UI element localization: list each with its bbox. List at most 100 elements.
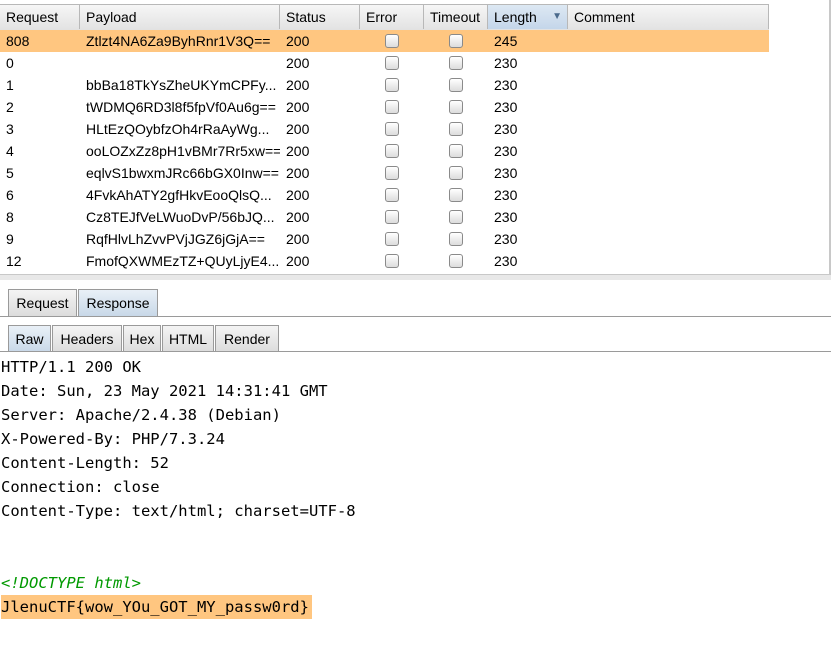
cell-length: 230 (494, 55, 518, 71)
timeout-checkbox[interactable] (449, 210, 463, 224)
column-header-error[interactable]: Error (360, 5, 424, 29)
column-header-request[interactable]: Request (0, 5, 80, 29)
timeout-checkbox[interactable] (449, 100, 463, 114)
cell-comment (568, 30, 769, 52)
error-checkbox[interactable] (385, 34, 399, 48)
cell-status: 200 (286, 55, 310, 71)
cell-status: 200 (286, 231, 310, 247)
cell-timeout (424, 162, 488, 184)
table-row[interactable]: 0 200 230 (0, 52, 769, 74)
cell-payload: ooLOZxZz8pH1vBMr7Rr5xw== (86, 143, 280, 159)
tab-hex[interactable]: Hex (123, 325, 161, 352)
cell-payload: HLtEzQOybfzOh4rRaAyWg... (86, 121, 270, 137)
column-header-length-label: Length (494, 9, 537, 25)
timeout-checkbox[interactable] (449, 254, 463, 268)
response-raw-text[interactable]: HTTP/1.1 200 OK Date: Sun, 23 May 2021 1… (0, 355, 831, 619)
tab-response[interactable]: Response (78, 289, 158, 316)
cell-request: 3 (6, 121, 14, 137)
column-header-comment[interactable]: Comment (568, 5, 769, 29)
cell-timeout (424, 228, 488, 250)
cell-length: 230 (494, 143, 518, 159)
cell-error (360, 206, 424, 228)
table-row[interactable]: 1 bbBa18TkYsZheUKYmCPFy... 200 230 (0, 74, 769, 96)
table-row[interactable]: 9 RqfHlvLhZvvPVjJGZ6jGjA== 200 230 (0, 228, 769, 250)
column-header-status[interactable]: Status (280, 5, 360, 29)
cell-length: 230 (494, 231, 518, 247)
timeout-checkbox[interactable] (449, 166, 463, 180)
cell-comment (568, 52, 769, 74)
cell-comment (568, 140, 769, 162)
error-checkbox[interactable] (385, 188, 399, 202)
column-header-timeout[interactable]: Timeout (424, 5, 488, 29)
cell-error (360, 250, 424, 272)
cell-comment (568, 96, 769, 118)
error-checkbox[interactable] (385, 144, 399, 158)
cell-timeout (424, 206, 488, 228)
error-checkbox[interactable] (385, 232, 399, 246)
response-status-line: HTTP/1.1 200 OK (1, 358, 141, 376)
column-header-payload[interactable]: Payload (80, 5, 280, 29)
error-checkbox[interactable] (385, 210, 399, 224)
view-tabbar-divider (0, 351, 831, 352)
cell-error (360, 228, 424, 250)
timeout-checkbox[interactable] (449, 78, 463, 92)
cell-request: 12 (6, 253, 22, 269)
cell-comment (568, 250, 769, 272)
error-checkbox[interactable] (385, 56, 399, 70)
tab-raw[interactable]: Raw (8, 325, 51, 352)
cell-status: 200 (286, 209, 310, 225)
sort-descending-icon: ▼ (552, 11, 562, 22)
table-row[interactable]: 5 eqlvS1bwxmJRc66bGX0Inw== 200 230 (0, 162, 769, 184)
cell-payload: FmofQXWMEzTZ+QUyLjyE4... (86, 253, 280, 269)
table-row[interactable]: 12 FmofQXWMEzTZ+QUyLjyE4... 200 230 (0, 250, 769, 272)
cell-length: 230 (494, 121, 518, 137)
cell-error (360, 162, 424, 184)
timeout-checkbox[interactable] (449, 188, 463, 202)
table-row[interactable]: 6 4FvkAhATY2gfHkvEooQlsQ... 200 230 (0, 184, 769, 206)
timeout-checkbox[interactable] (449, 144, 463, 158)
tab-headers[interactable]: Headers (52, 325, 122, 352)
cell-payload: bbBa18TkYsZheUKYmCPFy... (86, 77, 277, 93)
timeout-checkbox[interactable] (449, 122, 463, 136)
response-header-content-length: Content-Length: 52 (1, 454, 169, 472)
cell-payload (80, 52, 280, 74)
table-row[interactable]: 4 ooLOZxZz8pH1vBMr7Rr5xw== 200 230 (0, 140, 769, 162)
table-row[interactable]: 8 Cz8TEJfVeLWuoDvP/56bJQ... 200 230 (0, 206, 769, 228)
cell-timeout (424, 74, 488, 96)
error-checkbox[interactable] (385, 254, 399, 268)
cell-error (360, 74, 424, 96)
cell-payload: eqlvS1bwxmJRc66bGX0Inw== (86, 165, 279, 181)
error-checkbox[interactable] (385, 166, 399, 180)
cell-comment (568, 228, 769, 250)
cell-timeout (424, 184, 488, 206)
cell-payload: tWDMQ6RD3l8f5fpVf0Au6g== (86, 99, 276, 115)
table-row[interactable]: 808 Ztlzt4NA6Za9ByhRnr1V3Q== 200 245 (0, 30, 769, 52)
tab-render[interactable]: Render (215, 325, 279, 352)
cell-timeout (424, 30, 488, 52)
timeout-checkbox[interactable] (449, 34, 463, 48)
message-tabbar: Request Response (0, 286, 831, 317)
error-checkbox[interactable] (385, 100, 399, 114)
cell-request: 8 (6, 209, 14, 225)
cell-request: 5 (6, 165, 14, 181)
error-checkbox[interactable] (385, 78, 399, 92)
table-row[interactable]: 2 tWDMQ6RD3l8f5fpVf0Au6g== 200 230 (0, 96, 769, 118)
timeout-checkbox[interactable] (449, 56, 463, 70)
cell-status: 200 (286, 165, 310, 181)
cell-error (360, 30, 424, 52)
timeout-checkbox[interactable] (449, 232, 463, 246)
cell-length: 230 (494, 253, 518, 269)
table-divider-scrollbar[interactable] (0, 274, 831, 280)
results-table[interactable]: Request Payload Status Error Timeout Len… (0, 4, 769, 274)
column-header-length[interactable]: Length ▼ (488, 5, 568, 29)
cell-comment (568, 206, 769, 228)
table-header: Request Payload Status Error Timeout Len… (0, 4, 769, 31)
cell-timeout (424, 52, 488, 74)
tab-html[interactable]: HTML (162, 325, 214, 352)
table-body: 808 Ztlzt4NA6Za9ByhRnr1V3Q== 200 245 0 200 230… (0, 30, 769, 272)
error-checkbox[interactable] (385, 122, 399, 136)
cell-status: 200 (286, 253, 310, 269)
response-header-content-type: Content-Type: text/html; charset=UTF-8 (1, 502, 356, 520)
table-row[interactable]: 3 HLtEzQOybfzOh4rRaAyWg... 200 230 (0, 118, 769, 140)
tab-request[interactable]: Request (8, 289, 77, 316)
